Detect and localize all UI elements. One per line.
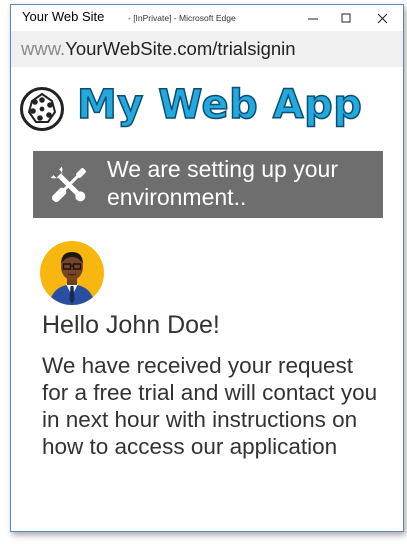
address-bar[interactable]: www.YourWebSite.com/trialsignin	[11, 31, 403, 67]
trial-message: We have received your request for a free…	[42, 353, 378, 459]
status-banner: We are setting up your environment..	[33, 151, 383, 218]
window-subtitle: - [InPrivate] - Microsoft Edge	[128, 13, 236, 23]
browser-window: Your Web Site - [InPrivate] - Microsoft …	[10, 4, 404, 532]
close-icon	[377, 13, 387, 23]
banner-message: We are setting up your environment..	[107, 156, 338, 210]
window-title: Your Web Site	[22, 9, 105, 24]
maximize-icon	[341, 13, 350, 22]
minimize-button[interactable]	[300, 7, 326, 29]
app-name: My Web App	[76, 81, 363, 129]
url-text[interactable]: www.YourWebSite.com/trialsignin	[21, 38, 296, 60]
maximize-button[interactable]	[333, 7, 359, 29]
url-protocol: www.	[21, 38, 66, 59]
greeting: Hello John Doe!	[42, 311, 220, 339]
app-header: My Web App	[19, 81, 399, 138]
close-button[interactable]	[369, 7, 395, 29]
user-avatar	[40, 241, 104, 305]
url-path: YourWebSite.com/trialsignin	[65, 38, 296, 59]
title-bar: Your Web Site - [InPrivate] - Microsoft …	[11, 5, 403, 31]
minimize-icon	[307, 18, 318, 19]
app-logo-icon	[20, 87, 64, 131]
tools-icon	[50, 166, 86, 203]
